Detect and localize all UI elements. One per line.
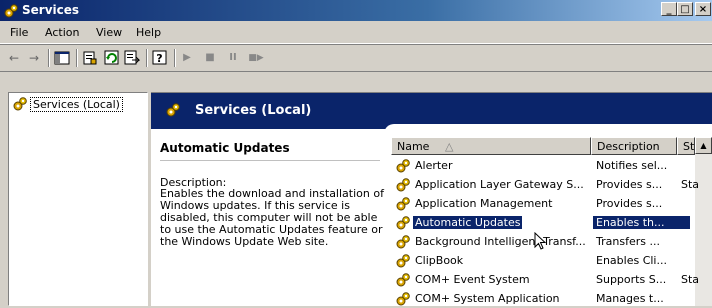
column-header-status[interactable]: Sta <box>677 137 695 155</box>
scroll-up-arrow-icon[interactable]: ▲ <box>695 137 712 154</box>
service-gear-icon <box>396 178 410 192</box>
tree-node-label: Services (Local) <box>30 97 123 112</box>
description-text: Enables the download and installation of… <box>160 187 384 248</box>
service-name: COM+ System Application <box>415 292 560 305</box>
column-header-name[interactable]: Name △ <box>391 137 591 155</box>
forward-arrow-icon[interactable]: → <box>26 50 42 66</box>
service-description: Notifies sel... <box>596 159 668 172</box>
list-header: Name △ Description Sta <box>391 137 712 155</box>
services-icon <box>13 97 27 111</box>
service-status: Sta <box>681 178 700 191</box>
list-tab-curve <box>384 124 712 134</box>
list-item[interactable]: Application Layer Gateway S... Provides … <box>391 175 699 194</box>
show-hide-tree-icon[interactable] <box>54 50 70 66</box>
start-service-icon[interactable]: ▶ <box>180 50 194 66</box>
column-header-name-label: Name <box>397 140 430 153</box>
pause-service-icon[interactable]: II <box>226 50 240 66</box>
sort-ascending-icon: △ <box>444 140 454 153</box>
service-description: Transfers ... <box>596 235 660 248</box>
service-name: Alerter <box>415 159 453 172</box>
toolbar-separator <box>76 49 78 67</box>
menu-help[interactable]: Help <box>136 26 161 39</box>
column-header-description[interactable]: Description <box>591 137 677 155</box>
service-gear-icon <box>396 273 410 287</box>
service-description: Enables Cli... <box>596 254 667 267</box>
window-title: Services <box>22 3 80 17</box>
list-item[interactable]: COM+ System Application Manages t... <box>391 289 695 308</box>
console-tree: Services (Local) <box>8 92 148 306</box>
list-item[interactable]: Application Management Provides s... <box>391 194 695 213</box>
service-name: COM+ Event System <box>415 273 530 286</box>
stop-service-icon[interactable]: ■ <box>203 50 217 66</box>
properties-icon[interactable] <box>82 50 98 66</box>
toolbar-separator <box>146 49 148 67</box>
service-gear-icon <box>396 254 410 268</box>
export-list-icon[interactable] <box>124 50 140 66</box>
services-app-icon <box>4 4 18 18</box>
list-item[interactable]: Alerter Notifies sel... <box>391 156 695 175</box>
minimize-button[interactable]: _ <box>661 2 677 16</box>
toolbar-separator <box>48 49 50 67</box>
service-gear-icon <box>396 292 410 306</box>
tree-node-services-local[interactable]: Services (Local) <box>12 96 123 112</box>
selected-service-name: Automatic Updates <box>160 141 290 155</box>
service-description: Enables th... <box>593 216 690 229</box>
close-button[interactable]: × <box>695 2 711 16</box>
service-name: ClipBook <box>415 254 464 267</box>
service-name: Automatic Updates <box>413 216 523 229</box>
help-icon[interactable]: ? <box>152 50 168 66</box>
service-description: Provides s... <box>596 178 663 191</box>
service-gear-icon <box>396 216 410 230</box>
title-bar: Services _ □ × <box>0 0 712 21</box>
menu-view[interactable]: View <box>96 26 122 39</box>
service-description: Manages t... <box>596 292 664 305</box>
service-description: Provides s... <box>596 197 663 210</box>
restart-service-icon[interactable]: ■▶ <box>248 50 264 66</box>
list-item[interactable]: ClipBook Enables Cli... <box>391 251 695 270</box>
description-divider <box>160 160 380 161</box>
mouse-cursor-icon <box>534 232 546 250</box>
refresh-icon[interactable] <box>104 50 120 66</box>
back-arrow-icon[interactable]: ← <box>6 50 22 66</box>
menu-file[interactable]: File <box>10 26 28 39</box>
service-status: Sta <box>681 273 700 286</box>
menu-bar: File Action View Help <box>0 21 712 44</box>
service-name: Background Intelligent Transf... <box>415 235 586 248</box>
svg-text:?: ? <box>156 52 162 65</box>
service-name: Application Layer Gateway S... <box>415 178 584 191</box>
panel-title: Services (Local) <box>195 103 312 118</box>
maximize-button[interactable]: □ <box>677 2 693 16</box>
list-item-selected[interactable]: Automatic Updates Enables th... <box>391 213 695 232</box>
service-name: Application Management <box>415 197 553 210</box>
toolbar-separator <box>174 49 176 67</box>
service-gear-icon <box>396 159 410 173</box>
menu-action[interactable]: Action <box>45 26 79 39</box>
toolbar: ← → ? ▶ ■ II ■▶ <box>0 44 712 72</box>
services-header-icon <box>166 103 180 117</box>
service-gear-icon <box>396 197 410 211</box>
service-gear-icon <box>396 235 410 249</box>
list-item[interactable]: COM+ Event System Supports S... Sta <box>391 270 699 289</box>
service-description: Supports S... <box>596 273 667 286</box>
